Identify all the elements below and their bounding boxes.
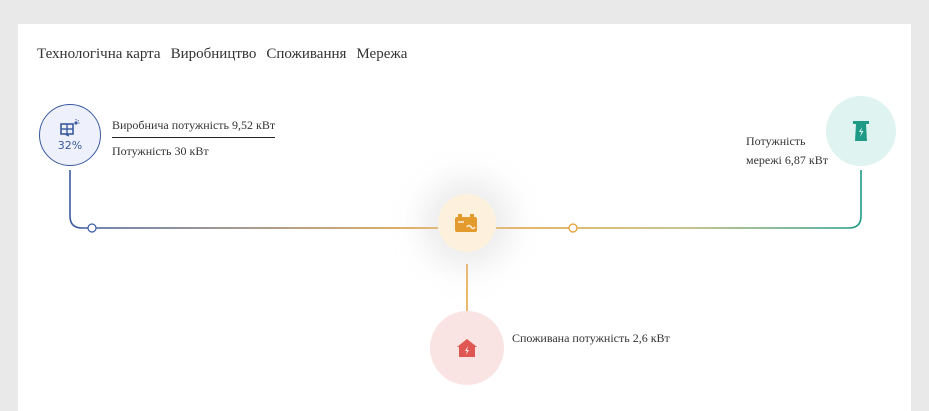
consumption-label: Споживана потужність 2,6 кВт <box>512 331 670 345</box>
capacity-label: Потужність 30 кВт <box>112 144 209 158</box>
battery-to-grid-line <box>496 170 862 229</box>
home-node[interactable] <box>430 311 504 385</box>
home-power-icon <box>457 339 477 357</box>
main-panel: Технологічна карта Виробництво Споживанн… <box>18 24 911 411</box>
solar-panel-icon <box>60 118 80 137</box>
solar-node[interactable]: 32% <box>39 104 101 166</box>
grid-node[interactable] <box>826 96 896 166</box>
solar-to-battery-line <box>69 170 438 229</box>
solar-percent: 32% <box>57 138 83 152</box>
power-tower-icon <box>853 121 869 141</box>
grid-power-label: Потужність мережі 6,87 кВт <box>746 134 828 167</box>
flow-dot-right <box>568 223 578 233</box>
solar-labels: Виробнича потужність 9,52 кВт Потужність… <box>112 116 276 161</box>
battery-inverter-icon <box>455 214 477 232</box>
flow-dot-left <box>87 223 97 233</box>
battery-node[interactable] <box>438 194 496 252</box>
production-power-label: Виробнича потужність 9,52 кВт <box>112 116 276 138</box>
